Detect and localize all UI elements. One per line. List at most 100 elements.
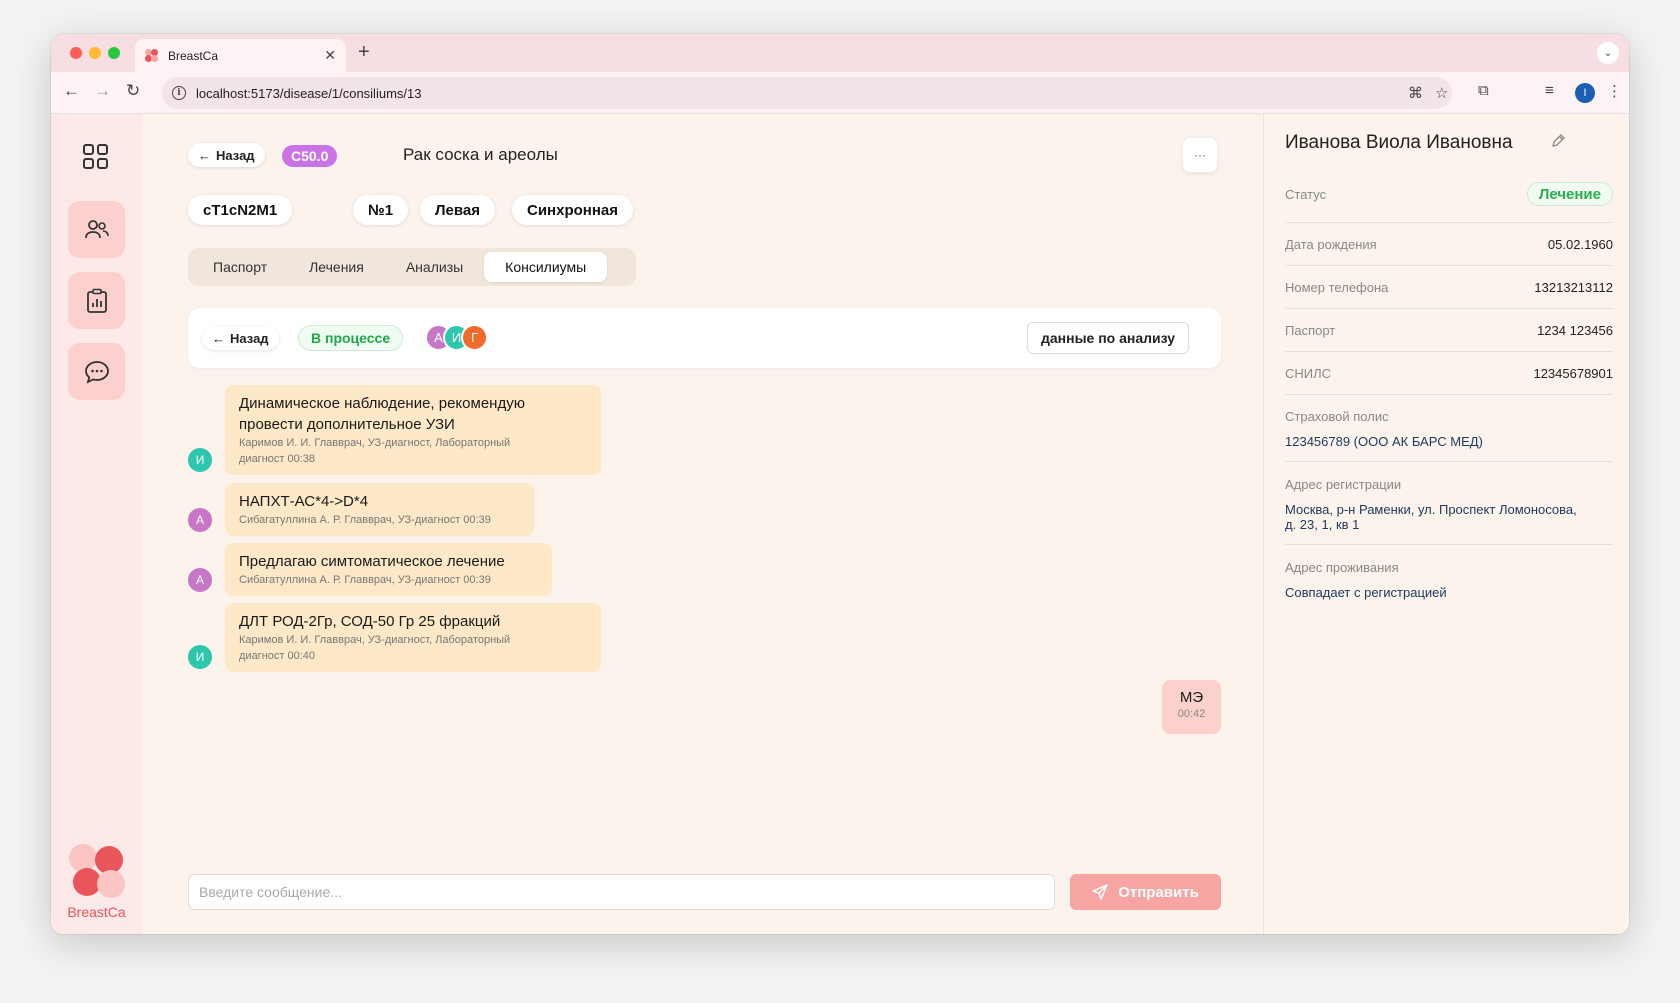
passport-value: 1234 123456 [1537, 323, 1613, 338]
divider [1285, 222, 1613, 223]
sidebar-item-chat[interactable] [68, 343, 125, 400]
tab-consiliums[interactable]: Консилиумы [484, 252, 608, 282]
chip-stage: cT1cN2M1 [188, 195, 293, 225]
tab-close-icon[interactable]: ✕ [324, 47, 336, 64]
tab-analyses[interactable]: Анализы [385, 252, 484, 282]
message-avatar: А [188, 508, 212, 532]
chip-side: Левая [420, 195, 495, 225]
dob-value: 05.02.1960 [1547, 237, 1613, 252]
consilium-back-label: Назад [230, 330, 269, 346]
brand-name: BreastCa [67, 904, 126, 920]
participant-avatar[interactable]: Г [461, 324, 488, 351]
phone-label: Номер телефона [1285, 280, 1389, 295]
chip-type: Синхронная [512, 195, 633, 225]
dob-label: Дата рождения [1285, 237, 1377, 252]
users-icon [84, 219, 109, 238]
tab-strip: BreastCa ✕ + ⌄ [51, 34, 1629, 72]
media-controls-icon[interactable]: ≡ [1545, 82, 1554, 99]
message-meta: Каримов И. И. Главврач, УЗ-диагност, Лаб… [239, 634, 511, 646]
edit-pencil-icon[interactable] [1550, 133, 1566, 149]
message-bubble: Динамическое наблюдение, рекомендую пров… [225, 385, 601, 475]
residence-value: Совпадает с регистрацией [1285, 585, 1447, 600]
passport-row: Паспорт 1234 123456 [1285, 323, 1613, 338]
consilium-header: ← Назад В процессе А И Г данные по анали… [188, 308, 1221, 368]
close-window-button[interactable] [70, 47, 82, 59]
dob-row: Дата рождения 05.02.1960 [1285, 237, 1613, 252]
main-content: ← Назад C50.0 Рак соска и ареолы ··· cT1… [142, 114, 1263, 934]
forward-arrow-icon[interactable]: → [94, 81, 111, 101]
new-tab-button[interactable]: + [358, 41, 370, 64]
sidebar-item-patients[interactable] [68, 201, 125, 258]
analysis-data-button[interactable]: данные по анализу [1027, 322, 1190, 354]
divider [1285, 308, 1613, 309]
policy-value: 123456789 (ООО АК БАРС МЕД) [1285, 434, 1483, 449]
send-button-label: Отправить [1118, 883, 1199, 901]
chat-bubble-icon [84, 360, 109, 384]
message-avatar: И [188, 448, 212, 472]
site-info-icon[interactable]: i [172, 86, 186, 100]
consilium-back-button[interactable]: ← Назад [202, 326, 279, 350]
patient-panel: Иванова Виола Ивановна Статус Лечение Да… [1263, 114, 1629, 934]
message-meta: диагност 00:40 [239, 650, 316, 662]
address-bar[interactable]: i localhost:5173/disease/1/consiliums/13… [162, 77, 1452, 109]
registration-value: д. 23, 1, кв 1 [1285, 517, 1360, 532]
back-arrow-icon[interactable]: ← [63, 81, 80, 101]
profile-avatar[interactable]: I [1575, 83, 1595, 103]
status-badge: Лечение [1526, 182, 1613, 206]
browser-window: BreastCa ✕ + ⌄ ← → ↻ i localhost:5173/di… [51, 34, 1629, 934]
status-label: Статус [1285, 186, 1327, 202]
clipboard-chart-icon [86, 288, 107, 313]
message-text: НАПХТ-АС*4->D*4 [239, 493, 369, 510]
translate-icon[interactable]: ⌘ [1408, 84, 1423, 102]
snils-label: СНИЛС [1285, 366, 1332, 381]
disease-title: Рак соска и ареолы [403, 145, 558, 164]
dashboard-grid-icon[interactable] [83, 144, 109, 170]
minimize-window-button[interactable] [89, 47, 101, 59]
sidebar-item-reports[interactable] [68, 272, 125, 329]
snils-value: 12345678901 [1533, 366, 1613, 381]
arrow-left-icon: ← [198, 147, 211, 163]
phone-value: 13213213112 [1534, 280, 1613, 295]
snils-row: СНИЛС 12345678901 [1285, 366, 1613, 381]
app-root: BreastCa ← Назад C50.0 Рак соска и ареол… [51, 114, 1629, 934]
status-row: Статус Лечение [1285, 182, 1613, 206]
disease-code-badge: C50.0 [282, 145, 338, 167]
divider [1285, 265, 1613, 266]
browser-menu-icon[interactable]: ⋮ [1607, 82, 1622, 100]
message-text: провести дополнительное УЗИ [239, 416, 455, 433]
message-bubble: ДЛТ РОД-2Гр, СОД-50 Гр 25 фракций Каримо… [225, 603, 601, 672]
back-button[interactable]: ← Назад [188, 143, 265, 167]
divider [1285, 461, 1613, 462]
maximize-window-button[interactable] [108, 47, 120, 59]
chip-number: №1 [353, 195, 409, 225]
own-message-time: 00:42 [1177, 708, 1206, 720]
browser-tab[interactable]: BreastCa ✕ [135, 39, 346, 72]
passport-label: Паспорт [1285, 323, 1336, 338]
tab-treatments[interactable]: Лечения [288, 252, 385, 282]
reload-icon[interactable]: ↻ [126, 81, 140, 101]
message-meta: диагност 00:38 [239, 453, 316, 465]
sidebar: BreastCa [51, 114, 142, 934]
message-avatar: А [188, 568, 212, 592]
message-bubble: Предлагаю симтоматическое лечение Сибага… [225, 543, 552, 596]
tab-title: BreastCa [168, 48, 219, 63]
message-meta: Сибагатуллина А. Р. Главврач, УЗ-диагнос… [239, 514, 491, 526]
own-message-text: МЭ [1179, 689, 1204, 706]
tab-search-icon[interactable]: ⌄ [1597, 42, 1619, 64]
residence-label: Адрес проживания [1285, 560, 1399, 575]
message-avatar: И [188, 645, 212, 669]
divider [1285, 394, 1613, 395]
extensions-icon[interactable]: ⧉ [1478, 82, 1489, 99]
patient-name: Иванова Виола Ивановна [1285, 132, 1513, 153]
tab-passport[interactable]: Паспорт [192, 252, 288, 282]
more-options-button[interactable]: ··· [1182, 137, 1218, 173]
phone-row: Номер телефона 13213213112 [1285, 280, 1613, 295]
message-input[interactable] [188, 874, 1055, 910]
divider [1285, 351, 1613, 352]
brand-logo[interactable] [67, 844, 127, 902]
divider [1285, 544, 1613, 545]
arrow-left-icon: ← [212, 330, 225, 346]
send-button[interactable]: Отправить [1070, 874, 1221, 910]
bookmark-star-icon[interactable]: ☆ [1435, 84, 1448, 102]
send-icon [1092, 884, 1108, 900]
